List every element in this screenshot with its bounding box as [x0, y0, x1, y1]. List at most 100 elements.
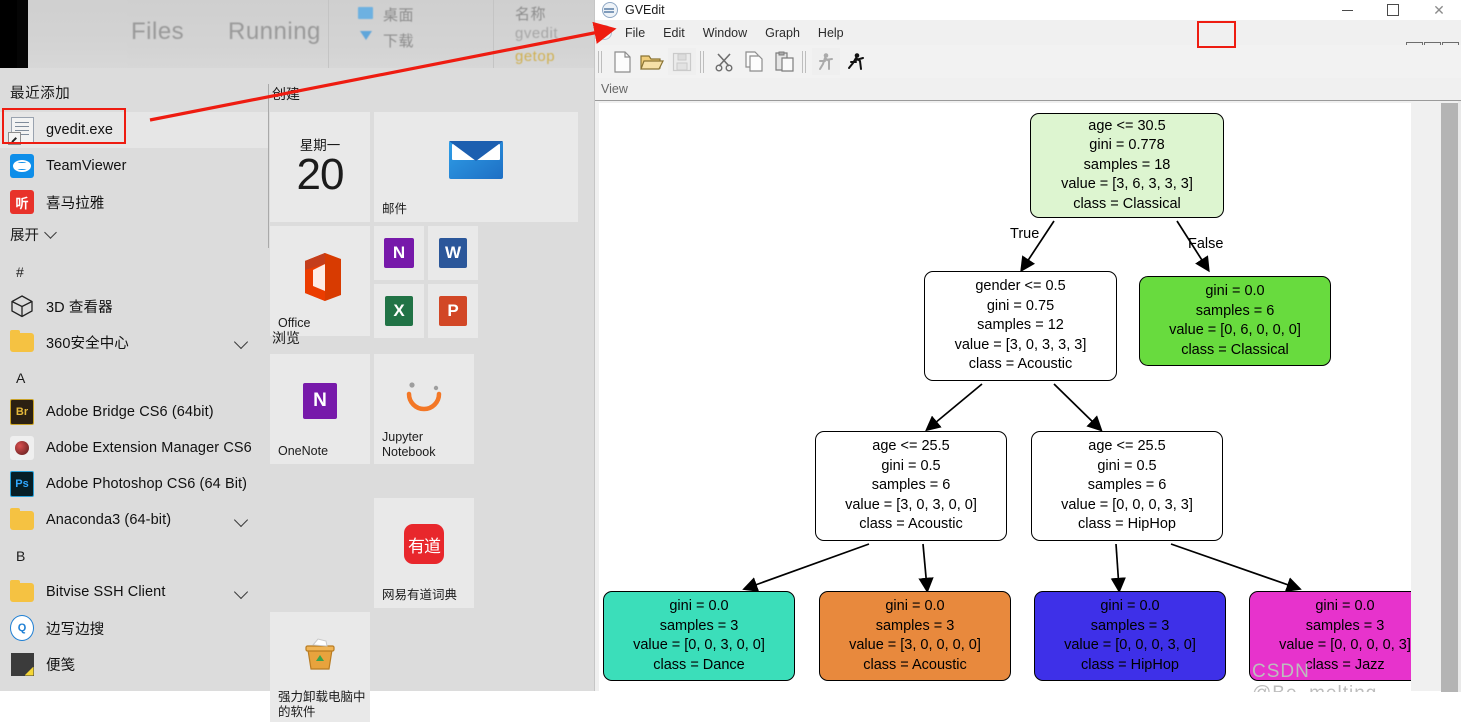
start-menu[interactable]: 最近添加 gvedit.exe TeamViewer 听 喜马拉雅 展开 # 3…: [0, 68, 594, 722]
node-line: value = [3, 0, 3, 0, 0]: [845, 496, 977, 513]
node-line: class = Acoustic: [859, 516, 963, 533]
window-minimize-button[interactable]: [1324, 0, 1370, 20]
app-label: Anaconda3 (64-bit): [46, 512, 172, 528]
sidebar-item-360-security[interactable]: 360安全中心: [0, 324, 268, 360]
edge-label-true: True: [1010, 226, 1040, 242]
mdi-client-area: age <= 30.5 gini = 0.778 samples = 18 va…: [595, 100, 1461, 692]
tree-node-classical-leaf[interactable]: gini = 0.0 samples = 6 value = [0, 6, 0,…: [1139, 276, 1331, 366]
sidebar-item-3d-viewer[interactable]: 3D 查看器: [0, 288, 268, 324]
menu-edit[interactable]: Edit: [654, 23, 694, 43]
adobe-extension-manager-icon: [10, 436, 34, 460]
chevron-down-icon[interactable]: [233, 334, 249, 350]
menu-window[interactable]: Window: [694, 23, 756, 43]
tile-uninstall-software[interactable]: 强力卸载电脑中 的软件: [270, 612, 370, 722]
sidebar-item-bianxiebiansou[interactable]: Q 边写边搜: [0, 610, 268, 646]
sidebar-item-ximalaya[interactable]: 听 喜马拉雅: [0, 184, 268, 220]
tile-excel[interactable]: X: [374, 284, 424, 338]
section-letter-b: B: [16, 548, 26, 564]
chevron-down-icon[interactable]: [233, 584, 249, 600]
start-menu-tiles[interactable]: 创建 星期一 20 邮件 Office N W X P 浏览 N OneNote…: [268, 68, 594, 722]
app-label: Adobe Extension Manager CS6: [46, 440, 252, 456]
tree-node-age-left-split[interactable]: age <= 25.5 gini = 0.5 samples = 6 value…: [815, 431, 1007, 541]
node-line: class = HipHop: [1078, 516, 1176, 533]
sidebar-item-sticky-notes[interactable]: 便笺: [0, 646, 268, 682]
mdi-view-tab-label[interactable]: View: [595, 78, 1461, 100]
gvedit-app-icon: [602, 2, 618, 18]
copy-icon[interactable]: [740, 48, 768, 75]
toolbar-grip-2[interactable]: [700, 50, 705, 73]
node-line: class = HipHop: [1081, 656, 1179, 673]
ghost-nav-desktop: 桌面: [383, 7, 415, 24]
sidebar-item-adobe-extension-manager[interactable]: Adobe Extension Manager CS6: [0, 430, 268, 466]
tile-word[interactable]: W: [428, 226, 478, 280]
start-menu-app-list[interactable]: 最近添加 gvedit.exe TeamViewer 听 喜马拉雅 展开 # 3…: [0, 68, 268, 691]
youdao-icon: 有道: [404, 524, 444, 564]
tree-node-dance-leaf[interactable]: gini = 0.0 samples = 3 value = [0, 0, 3,…: [603, 591, 795, 681]
tile-jupyter-notebook[interactable]: Jupyter Notebook: [374, 354, 474, 464]
window-title: GVEdit: [625, 3, 665, 17]
tree-node-gender-split[interactable]: gender <= 0.5 gini = 0.75 samples = 12 v…: [924, 271, 1117, 381]
cut-scissors-icon[interactable]: [710, 48, 738, 75]
edge-label-false: False: [1188, 236, 1224, 252]
tile-label-line2: 的软件: [278, 705, 316, 719]
gvedit-window[interactable]: GVEdit ✕ File Edit Window Graph Help _ ❐…: [594, 0, 1461, 692]
new-file-icon[interactable]: [608, 48, 636, 75]
tile-group-browse-header: 浏览: [272, 330, 300, 346]
run-icon[interactable]: [842, 48, 870, 75]
sidebar-item-bitvise-ssh-client[interactable]: Bitvise SSH Client: [0, 574, 268, 610]
tile-powerpoint[interactable]: P: [428, 284, 478, 338]
toolbar-grip[interactable]: [598, 50, 603, 73]
section-letter-a: A: [16, 370, 26, 386]
sidebar-item-anaconda3[interactable]: Anaconda3 (64-bit): [0, 502, 268, 538]
expand-toggle[interactable]: 展开: [10, 224, 57, 245]
node-line: age <= 25.5: [1088, 438, 1166, 455]
menu-graph[interactable]: Graph: [756, 23, 809, 43]
graph-vertical-scrollbar[interactable]: [1441, 103, 1458, 692]
menu-file[interactable]: File: [616, 23, 654, 43]
system-menu-icon[interactable]: [597, 25, 612, 40]
tree-node-acoustic-leaf[interactable]: gini = 0.0 samples = 3 value = [3, 0, 0,…: [819, 591, 1011, 681]
gvedit-toolbar[interactable]: [595, 45, 1461, 79]
sidebar-item-adobe-photoshop[interactable]: Ps Adobe Photoshop CS6 (64 Bit): [0, 466, 268, 502]
tree-node-hiphop-leaf[interactable]: gini = 0.0 samples = 3 value = [0, 0, 0,…: [1034, 591, 1226, 681]
node-line: gini = 0.0: [1100, 598, 1160, 614]
teamviewer-icon: [10, 154, 34, 178]
gvedit-menubar[interactable]: File Edit Window Graph Help _ ❐ ✕: [595, 20, 1461, 58]
open-folder-icon[interactable]: [638, 48, 666, 75]
window-maximize-button[interactable]: [1370, 0, 1416, 20]
node-line: gini = 0.75: [986, 297, 1055, 314]
onenote-icon: N: [303, 383, 337, 419]
node-line: samples = 18: [1083, 156, 1171, 173]
sidebar-item-teamviewer[interactable]: TeamViewer: [0, 148, 268, 184]
node-line: samples = 6: [1195, 302, 1275, 319]
window-close-button[interactable]: ✕: [1416, 0, 1461, 20]
tile-onenote-small[interactable]: N: [374, 226, 424, 280]
tree-node-age-right-split[interactable]: age <= 25.5 gini = 0.5 samples = 6 value…: [1031, 431, 1223, 541]
sidebar-item-adobe-bridge[interactable]: Br Adobe Bridge CS6 (64bit): [0, 394, 268, 430]
tree-node-root[interactable]: age <= 30.5 gini = 0.778 samples = 18 va…: [1030, 113, 1224, 218]
menu-help[interactable]: Help: [809, 23, 853, 43]
tile-label-line1: 强力卸载电脑中: [278, 690, 366, 704]
ghost-tab-files: Files: [131, 18, 185, 45]
tile-mail[interactable]: 邮件: [374, 112, 578, 222]
tile-office[interactable]: Office: [270, 226, 370, 336]
node-line: gini = 0.5: [1097, 457, 1157, 474]
tile-label-line2: Notebook: [382, 445, 436, 459]
node-line: class = Dance: [653, 656, 745, 673]
paste-icon[interactable]: [770, 48, 798, 75]
node-line: samples = 6: [871, 477, 951, 494]
chevron-down-icon[interactable]: [233, 512, 249, 528]
app-label: TeamViewer: [46, 158, 127, 174]
office-icon: [295, 250, 345, 304]
tile-label: Jupyter Notebook: [382, 430, 436, 460]
node-line: class = Classical: [1181, 341, 1289, 358]
tile-calendar[interactable]: 星期一 20: [270, 112, 370, 222]
app-label: Adobe Bridge CS6 (64bit): [46, 404, 214, 420]
graph-canvas[interactable]: age <= 30.5 gini = 0.778 samples = 18 va…: [599, 103, 1411, 692]
node-line: value = [0, 0, 3, 0, 0]: [633, 637, 765, 653]
node-line: value = [0, 0, 0, 3, 3]: [1061, 496, 1193, 513]
tile-onenote[interactable]: N OneNote: [270, 354, 370, 464]
toolbar-grip-3[interactable]: [802, 50, 807, 73]
node-line: value = [0, 0, 0, 0, 3]: [1279, 637, 1411, 653]
tile-youdao-dictionary[interactable]: 有道 网易有道词典: [374, 498, 474, 608]
